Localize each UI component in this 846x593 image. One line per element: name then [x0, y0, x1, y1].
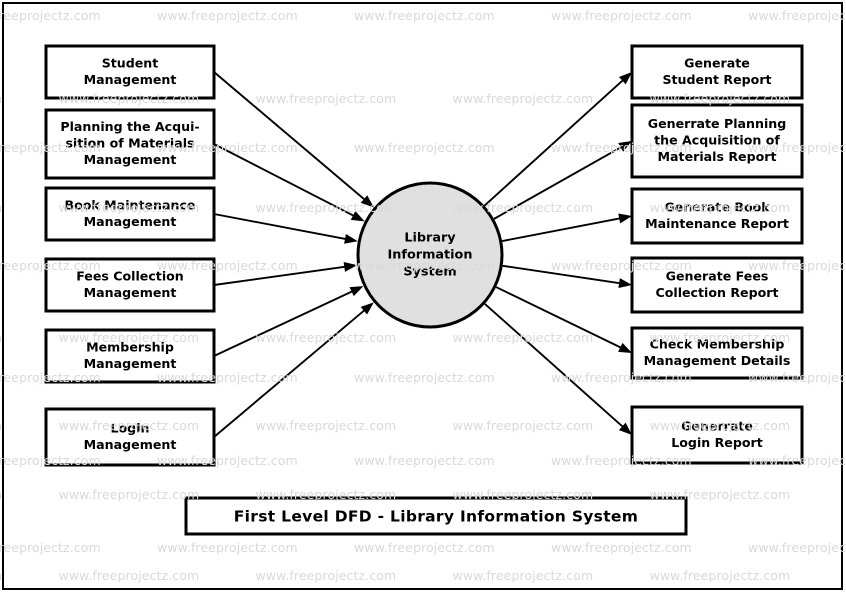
diagram-caption: First Level DFD - Library Information Sy…	[184, 496, 688, 536]
flow-line	[213, 289, 355, 357]
process-label-line: System	[403, 265, 456, 280]
flow-line	[213, 71, 367, 202]
central-process: Library Information System	[356, 181, 504, 329]
output-entity-label-line: Generrate	[681, 418, 753, 433]
input-entity-fees-collection-management[interactable]: Fees Collection Management	[44, 257, 216, 313]
output-entity-label-line: Generate Fees	[666, 268, 769, 283]
flow-line	[213, 143, 357, 218]
input-entity-label-line: Management	[84, 152, 177, 167]
process-label-line: Library	[404, 231, 456, 246]
input-entity-label-line: Management	[84, 72, 177, 87]
input-entities: StudentManagementPlanning the Acqui-siti…	[44, 44, 216, 467]
process-label-line: Information	[388, 248, 473, 263]
input-entity-login-management[interactable]: Login Management	[44, 407, 216, 467]
output-entity-generate-fees-collection-report[interactable]: Generate Fees Collection Report	[630, 256, 804, 314]
output-entity-check-membership-management-details[interactable]: Check Membership Management Details	[630, 326, 804, 380]
dfd-diagram-page: www.freeprojectz.comwww.freeprojectz.com…	[0, 0, 846, 593]
output-entity-generrate-planning-acquisition-materials-report[interactable]: Generrate Planning the Acquisition ofMate…	[630, 103, 804, 179]
output-entity-label-line: Collection Report	[655, 285, 778, 300]
flow-line	[213, 308, 367, 438]
flow-line	[484, 303, 626, 430]
flow-line	[483, 78, 626, 207]
flow-process-to-generate-book-maintenance-report	[501, 213, 632, 242]
input-entity-label-line: Membership	[86, 339, 174, 354]
caption-title: First Level DFD - Library Information Sy…	[234, 508, 638, 526]
input-entity-label-line: sition of Materials	[65, 136, 194, 151]
flow-line	[493, 145, 624, 220]
dfd-canvas: StudentManagementPlanning the Acqui-siti…	[44, 44, 804, 536]
flow-line	[502, 264, 623, 285]
output-entity-label-line: Maintenance Report	[645, 216, 789, 231]
flow-process-to-generate-student-report	[483, 72, 632, 207]
output-entity-label-line: Generrate Planning	[648, 116, 787, 131]
arrow-head	[618, 278, 632, 289]
input-entity-book-maintenance-management[interactable]: Book Maintenance Management	[44, 186, 216, 242]
arrow-head	[618, 342, 632, 353]
output-entity-generate-book-maintenance-report[interactable]: Generate Book Maintenance Report	[630, 187, 804, 245]
input-entity-label-line: Management	[84, 285, 177, 300]
flow-membership-management-to-process	[213, 286, 364, 357]
flow-fees-collection-management-to-process	[213, 261, 358, 286]
flow-line	[495, 286, 624, 350]
input-entity-label-line: Management	[84, 214, 177, 229]
arrow-head	[350, 211, 365, 222]
flow-process-to-generrate-login-report	[484, 303, 632, 435]
flow-student-management-to-process	[213, 71, 374, 208]
flow-line	[213, 213, 349, 241]
input-entity-planning-acquisition-materials-management[interactable]: Planning the Acqui-sition of MaterialsMa…	[44, 108, 216, 180]
output-entities: Generate Student Report Generrate Planning…	[630, 44, 804, 465]
flow-line	[213, 265, 348, 286]
input-entity-membership-management[interactable]: Membership Management	[44, 328, 216, 384]
arrow-head	[618, 213, 632, 224]
output-entity-label-line: Management Details	[644, 353, 791, 368]
output-entity-label-line: Login Report	[671, 435, 763, 450]
caption-group: First Level DFD - Library Information Sy…	[184, 496, 688, 536]
flow-login-management-to-process	[213, 302, 374, 438]
flow-book-maintenance-management-to-process	[213, 213, 358, 244]
input-entity-label-line: Fees Collection	[76, 268, 184, 283]
flow-planning-acquisition-materials-management-to-process	[213, 143, 365, 222]
output-entity-label-line: Check Membership	[650, 336, 785, 351]
output-entity-label-line: Generate	[684, 55, 750, 70]
flow-line	[501, 216, 623, 242]
output-entity-label-line: Generate Book	[664, 199, 770, 214]
input-entity-student-management[interactable]: Student Management	[44, 44, 216, 100]
output-entity-label-line: Materials Report	[658, 149, 777, 164]
input-entity-label-line: Management	[84, 437, 177, 452]
input-entity-label-line: Planning the Acqui-	[60, 119, 199, 134]
arrow-head	[618, 141, 632, 152]
output-entity-label-line: Student Report	[662, 72, 771, 87]
output-entity-label-line: the Acquisition of	[654, 133, 780, 148]
input-entity-label-line: Login	[111, 420, 150, 435]
arrow-head	[344, 233, 358, 244]
flow-process-to-generrate-planning-acquisition-materials-report	[493, 141, 632, 220]
flow-process-to-check-membership-management-details	[495, 286, 632, 353]
input-entity-label-line: Book Maintenance	[65, 197, 196, 212]
input-entity-label-line: Management	[84, 356, 177, 371]
flow-process-to-generate-fees-collection-report	[502, 264, 632, 289]
arrow-head	[349, 286, 364, 297]
output-entity-generate-student-report[interactable]: Generate Student Report	[630, 44, 804, 100]
input-entity-label-line: Student	[102, 55, 159, 70]
output-entity-generrate-login-report[interactable]: Generrate Login Report	[630, 405, 804, 465]
arrow-head	[343, 261, 358, 272]
process-library-information-system[interactable]: Library Information System	[356, 181, 504, 329]
